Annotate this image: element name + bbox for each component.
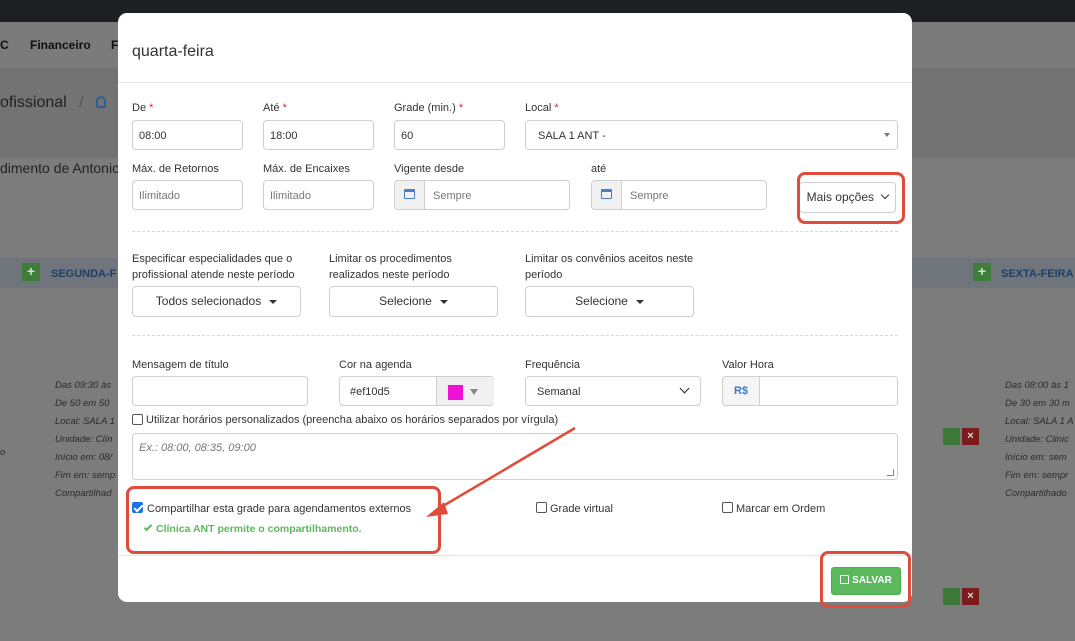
caret-down-icon xyxy=(470,389,478,395)
page-subtitle: dimento de Antonic xyxy=(0,160,120,176)
caret-down-icon xyxy=(439,299,448,304)
delete-icon[interactable]: × xyxy=(962,588,979,605)
calendar-icon xyxy=(601,189,612,199)
label-local: Local * xyxy=(525,102,559,114)
horarios-personalizados-label: Utilizar horários personalizados (preenc… xyxy=(146,414,559,426)
marcar-ordem-label: Marcar em Ordem xyxy=(736,503,826,515)
mensagem-titulo-input[interactable] xyxy=(132,376,308,406)
label-mensagem-titulo: Mensagem de título xyxy=(132,359,229,371)
max-encaixes-input[interactable]: Ilimitado xyxy=(263,180,374,210)
day-label-friday: SEXTA-FEIRA xyxy=(1001,268,1074,280)
horarios-personalizados-checkbox[interactable] xyxy=(132,414,143,425)
add-friday-icon[interactable]: + xyxy=(973,263,991,281)
max-retornos-input[interactable]: Ilimitado xyxy=(132,180,243,210)
day-label-monday: SEGUNDA-F xyxy=(51,268,117,280)
breadcrumb-separator: / xyxy=(79,94,84,111)
highlight-salvar xyxy=(820,551,911,608)
calendar-addon xyxy=(395,181,425,209)
label-convenios: Limitar os convênios aceitos neste perío… xyxy=(525,253,694,281)
cor-agenda-picker[interactable]: #ef10d5 xyxy=(339,376,494,406)
chevron-down-icon xyxy=(884,133,890,137)
nav-item-financeiro[interactable]: Financeiro xyxy=(30,38,91,52)
section-divider xyxy=(132,231,898,232)
grade-virtual-label: Grade virtual xyxy=(550,503,613,515)
label-especialidades: Especificar especialidades que o profiss… xyxy=(132,253,295,281)
vigente-desde-input[interactable]: Sempre xyxy=(394,180,570,210)
procedimentos-dropdown[interactable]: Selecione xyxy=(329,286,498,317)
label-procedimentos: Limitar os procedimentos realizados nest… xyxy=(329,253,452,281)
valor-hora-input[interactable]: R$ xyxy=(722,376,898,406)
grade-input[interactable]: 60 xyxy=(394,120,505,150)
chevron-down-icon xyxy=(679,383,690,394)
color-swatch-addon[interactable] xyxy=(436,377,494,405)
page-title: ofissional / xyxy=(0,94,107,112)
label-cor-agenda: Cor na agenda xyxy=(339,359,412,371)
modal-header: quarta-feira xyxy=(118,13,912,83)
de-time-input[interactable]: 08:00 xyxy=(132,120,243,150)
horarios-textarea[interactable]: Ex.: 08:00, 08:35, 09:00 xyxy=(132,433,898,480)
modal-footer-divider xyxy=(118,555,912,556)
label-vigente-desde: Vigente desde xyxy=(394,163,465,175)
resize-handle-icon[interactable] xyxy=(887,469,894,476)
schedule-info-right: Das 08:00 às 1 De 30 em 30 m Local: SALA… xyxy=(1005,380,1074,499)
calendar-icon xyxy=(404,189,415,199)
convenios-dropdown[interactable]: Selecione xyxy=(525,286,694,317)
modal-title: quarta-feira xyxy=(132,43,214,60)
grade-virtual-checkbox[interactable] xyxy=(536,502,547,513)
label-max-encaixes: Máx. de Encaixes xyxy=(263,163,350,175)
especialidades-dropdown[interactable]: Todos selecionados xyxy=(132,286,301,317)
label-de: De * xyxy=(132,102,154,114)
label-vigente-ate: até xyxy=(591,163,607,175)
edge-text: o xyxy=(0,447,6,458)
currency-addon: R$ xyxy=(723,377,760,405)
caret-down-icon xyxy=(635,299,644,304)
add-monday-icon[interactable]: + xyxy=(22,263,40,281)
label-grade: Grade (min.) * xyxy=(394,102,464,114)
ate-time-input[interactable]: 18:00 xyxy=(263,120,374,150)
section-divider xyxy=(132,335,898,336)
label-valor-hora: Valor Hora xyxy=(722,359,774,371)
label-max-retornos: Máx. de Retornos xyxy=(132,163,219,175)
local-select[interactable]: SALA 1 ANT - xyxy=(525,120,898,150)
calendar-addon xyxy=(592,181,622,209)
highlight-compartilhar xyxy=(126,486,441,554)
color-swatch xyxy=(448,385,463,400)
nav-item-c[interactable]: C xyxy=(0,38,9,52)
marcar-ordem-checkbox[interactable] xyxy=(722,502,733,513)
label-ate: Até * xyxy=(263,102,287,114)
delete-icon[interactable]: × xyxy=(962,428,979,445)
label-frequencia: Frequência xyxy=(525,359,581,371)
user-icon xyxy=(96,96,107,108)
schedule-info-left: Das 09:30 às De 50 em 50 Local: SALA 1 U… xyxy=(55,380,116,499)
edit-icon[interactable] xyxy=(943,588,960,605)
edit-icon[interactable] xyxy=(943,428,960,445)
caret-down-icon xyxy=(269,299,278,304)
highlight-mais-opcoes xyxy=(797,172,905,224)
frequencia-select[interactable]: Semanal xyxy=(525,376,701,406)
vigente-ate-input[interactable]: Sempre xyxy=(591,180,767,210)
